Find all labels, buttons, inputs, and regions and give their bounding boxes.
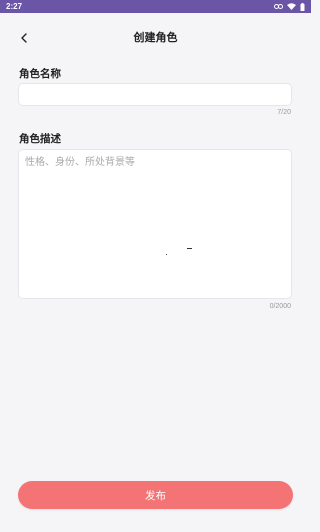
stray-mark-dash xyxy=(187,248,192,249)
publish-button[interactable]: 发布 xyxy=(18,481,293,509)
page-title: 创建角色 xyxy=(133,31,178,44)
status-icons xyxy=(274,2,305,11)
data-saver-icon xyxy=(274,3,283,10)
wifi-icon xyxy=(287,3,296,10)
status-bar: 2:27 xyxy=(0,0,311,13)
role-desc-label: 角色描述 xyxy=(19,133,61,145)
battery-icon xyxy=(300,2,305,11)
header: 创建角色 xyxy=(0,13,311,59)
status-time: 2:27 xyxy=(6,2,23,11)
role-name-input[interactable] xyxy=(18,83,292,106)
role-name-counter: 7/20 xyxy=(277,109,291,116)
role-desc-input[interactable] xyxy=(18,149,292,299)
create-role-screen: 2:27 创建角色 角色名称 7/20 角色描述 0/2000 发布 xyxy=(0,0,311,532)
role-name-label: 角色名称 xyxy=(19,68,61,80)
role-desc-counter: 0/2000 xyxy=(269,303,291,310)
stray-mark-dot xyxy=(166,254,167,255)
